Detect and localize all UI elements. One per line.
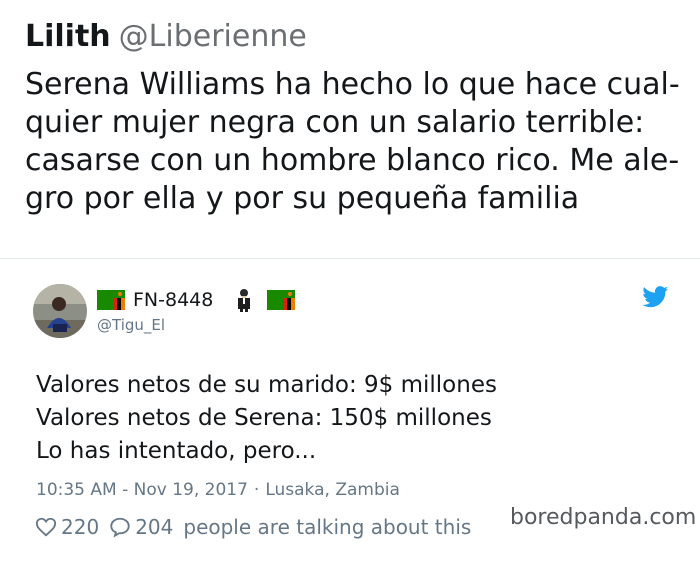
quoted-text-line: Serena Williams ha hecho lo que hace cua… <box>25 67 680 102</box>
heart-icon[interactable] <box>35 516 57 538</box>
avatar[interactable] <box>33 284 87 338</box>
talking-about-link[interactable]: people are talking about this <box>183 515 471 539</box>
reply-text-line: Lo has intentado, pero... <box>36 438 317 464</box>
reply-tweet-text: Valores netos de su marido: 9$ millones … <box>36 369 497 468</box>
zambia-flag-icon <box>267 290 296 310</box>
reply-author-row: FN-8448 <box>97 286 296 314</box>
zambia-flag-icon <box>97 290 125 310</box>
like-count: 220 <box>61 515 100 539</box>
quoted-tweet: Lilith @Liberienne Serena Williams ha hec… <box>0 0 700 256</box>
tweet-timestamp[interactable]: 10:35 AM - Nov 19, 2017 <box>36 480 248 500</box>
tweet-location[interactable]: Lusaka, Zambia <box>265 480 400 500</box>
tweet-meta: 10:35 AM - Nov 19, 2017 · Lusaka, Zambia <box>36 480 400 500</box>
boredpanda-watermark: boredpanda.com <box>506 505 700 530</box>
twitter-bird-icon[interactable] <box>642 286 669 308</box>
meta-separator: · <box>253 480 260 500</box>
quoted-tweet-text: Serena Williams ha hecho lo que hace cua… <box>25 66 685 218</box>
reply-text-line: Valores netos de su marido: 9$ millones <box>36 372 497 398</box>
reply-text-line: Valores netos de Serena: 150$ millones <box>36 405 492 431</box>
tweet-actions: 220 204 people are talking about this <box>35 515 471 539</box>
reply-count: 204 <box>135 515 174 539</box>
quoted-author-name[interactable]: Lilith <box>25 19 111 54</box>
quoted-text-line: quier mujer negra con un salario terribl… <box>25 105 645 140</box>
quoted-text-line: gro por ella y por su pequeña familia <box>25 181 580 216</box>
quoted-text-line: casarse con un hombre blanco rico. Me al… <box>25 143 680 178</box>
quoted-author-handle[interactable]: @Liberienne <box>119 19 307 54</box>
reply-author-name[interactable]: FN-8448 <box>133 289 213 311</box>
reply-author-handle[interactable]: @Tigu_El <box>97 316 165 334</box>
man-in-suit-icon <box>235 288 253 312</box>
quoted-tweet-header: Lilith @Liberienne <box>25 17 307 57</box>
speech-bubble-icon[interactable] <box>109 516 131 538</box>
